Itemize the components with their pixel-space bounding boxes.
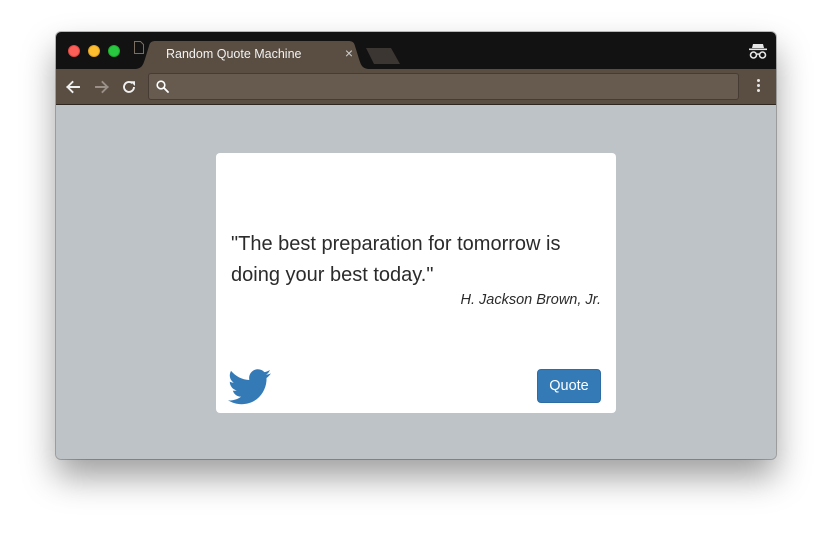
quote-text: "The best preparation for tomorrow is do… [231, 233, 561, 286]
new-tab-icon[interactable] [365, 48, 401, 64]
browser-window: Random Quote Machine × "The best prepara… [56, 32, 776, 459]
browser-toolbar [56, 69, 776, 105]
tab-title: Random Quote Machine [166, 47, 302, 61]
forward-arrow-icon[interactable] [93, 78, 111, 96]
search-icon [156, 80, 169, 93]
incognito-icon [749, 44, 767, 59]
window-minimize-button[interactable] [88, 45, 100, 57]
quote-author: H. Jackson Brown, Jr. [460, 292, 601, 308]
address-bar[interactable] [148, 73, 739, 100]
tab-random-quote-machine[interactable]: Random Quote Machine × [134, 41, 370, 69]
more-vert-icon[interactable] [752, 79, 764, 95]
address-input[interactable] [175, 74, 730, 99]
twitter-icon[interactable] [228, 369, 271, 405]
window-close-button[interactable] [68, 45, 80, 57]
reload-icon[interactable] [120, 78, 138, 96]
browser-titlebar: Random Quote Machine × [56, 32, 776, 69]
new-quote-button[interactable]: Quote [537, 369, 601, 403]
page-viewport: "The best preparation for tomorrow is do… [56, 105, 776, 459]
window-maximize-button[interactable] [108, 45, 120, 57]
back-arrow-icon[interactable] [64, 78, 82, 96]
page-icon [134, 41, 144, 54]
tab-close-icon[interactable]: × [342, 46, 356, 60]
quote-card: "The best preparation for tomorrow is do… [216, 153, 616, 413]
